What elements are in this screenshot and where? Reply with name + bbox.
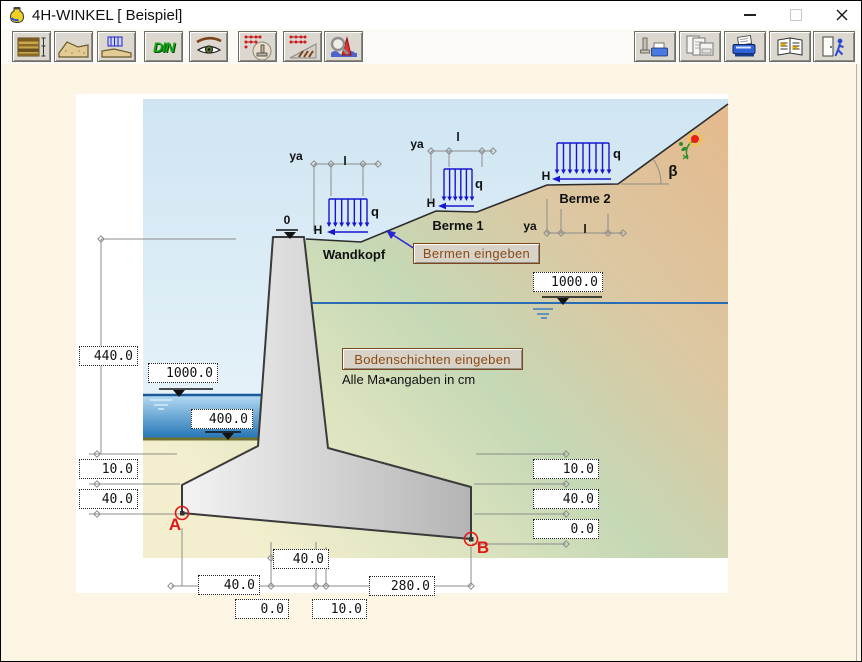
wall-loads-icon [242,33,274,61]
analysis-results-button[interactable] [324,31,363,62]
slope-loads-button[interactable] [283,31,322,62]
print-drawing-button[interactable] [634,31,676,62]
wall-surcharge-icon [101,34,133,60]
dim-bottom-280[interactable]: 280.0 [369,576,435,596]
soil-layers-button[interactable] [12,31,51,62]
drawing-area: WandkopfBerme 1Berme 2qqqHHHyayayalllβ0A… [1,64,862,662]
app-icon [8,6,26,24]
analysis-results-icon [328,34,360,60]
slope-profile-icon [58,34,90,60]
app-window: 4H-WINKEL [ Beispiel] [0,0,862,662]
wall-loads-button[interactable] [238,31,277,62]
bermen-eingeben-button[interactable]: Bermen eingeben [413,243,540,264]
dim-left-10[interactable]: 10.0 [79,459,138,479]
copy-pages-icon [684,34,716,60]
view-eye-icon [193,34,225,60]
slope-loads-icon [287,33,319,61]
bodenschichten-eingeben-button[interactable]: Bodenschichten eingeben [342,348,523,370]
dim-water-depth-left[interactable]: 400.0 [191,409,253,429]
maximize-button [785,4,807,26]
dim-bottom-0[interactable]: 0.0 [235,599,289,619]
view-eye-button[interactable] [189,31,228,62]
printer-button[interactable] [724,31,766,62]
window-title: 4H-WINKEL [ Beispiel] [32,7,182,24]
dim-left-40[interactable]: 40.0 [79,489,138,509]
slope-profile-button[interactable] [54,31,93,62]
dim-bottom-40-top[interactable]: 40.0 [273,549,329,569]
dim-wall-height[interactable]: 440.0 [79,346,138,366]
close-button[interactable] [831,4,853,26]
din-icon: DIN [153,39,174,55]
window-edge-line [856,64,857,662]
soil-layers-icon [16,34,48,60]
dim-water-right[interactable]: 1000.0 [533,272,603,292]
dim-right-40[interactable]: 40.0 [533,489,599,509]
manual-book-button[interactable] [769,31,811,62]
print-drawing-icon [639,34,671,60]
close-icon [836,9,848,21]
minimize-button[interactable] [739,4,761,26]
din-button[interactable]: DIN [144,31,183,62]
wall-surcharge-button[interactable] [97,31,136,62]
dim-water-left[interactable]: 1000.0 [148,363,218,383]
dim-bottom-10[interactable]: 10.0 [312,599,367,619]
units-note: Alle Ma▪angaben in cm [342,372,475,387]
titlebar: 4H-WINKEL [ Beispiel] [1,1,861,30]
manual-book-icon [774,34,806,60]
printer-icon [729,34,761,60]
exit-button[interactable] [813,31,855,62]
exit-door-icon [818,34,850,60]
copy-pages-button[interactable] [679,31,721,62]
dim-bottom-40[interactable]: 40.0 [198,575,260,595]
dim-right-0[interactable]: 0.0 [533,519,599,539]
toolbar: DIN [1,29,861,65]
dim-right-10[interactable]: 10.0 [533,459,599,479]
